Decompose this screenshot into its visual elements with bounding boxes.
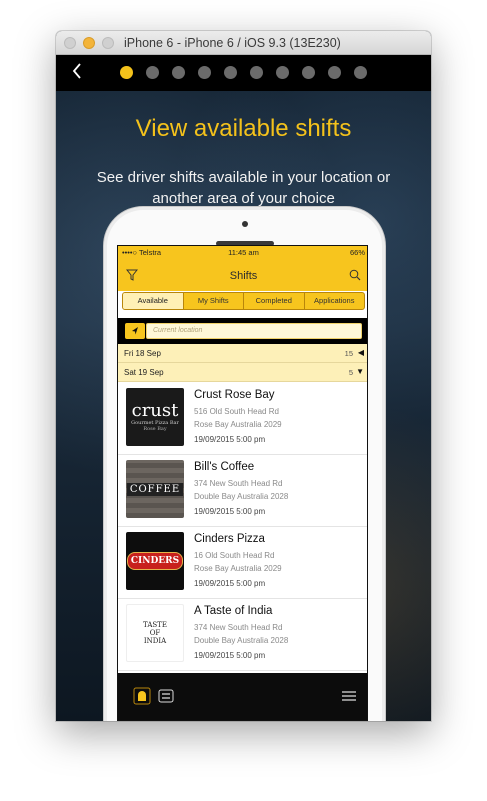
day-label: Fri 18 Sep: [124, 349, 161, 358]
shift-list: crust Gourmet Pizza Bar Rose Bay Crust R…: [118, 383, 367, 673]
shift-venue-name: A Taste of India: [194, 605, 273, 617]
shift-venue-name: Crust Rose Bay: [194, 389, 275, 401]
day-count: 15: [344, 349, 353, 358]
shift-venue-name: Cinders Pizza: [194, 533, 265, 545]
shift-suburb: Double Bay Australia 2028: [194, 492, 289, 501]
shift-item[interactable]: COFFEE Bill's Coffee 374 New South Head …: [118, 455, 367, 527]
page-indicator: [120, 66, 367, 79]
shift-tabs: Available My Shifts Completed Applicatio…: [122, 292, 365, 310]
bottom-bar: [118, 673, 367, 720]
page-dot[interactable]: [302, 66, 315, 79]
tab-my-shifts[interactable]: My Shifts: [182, 293, 244, 309]
hamburger-menu-icon[interactable]: [342, 691, 356, 701]
page-dot[interactable]: [198, 66, 211, 79]
status-time: 11:45 am: [228, 248, 259, 257]
zoom-window-button[interactable]: [102, 37, 114, 49]
minimize-window-button[interactable]: [83, 37, 95, 49]
tab-completed[interactable]: Completed: [243, 293, 304, 309]
simulator-window: iPhone 6 - iPhone 6 / iOS 9.3 (13E230) V…: [56, 31, 431, 721]
page-dot[interactable]: [250, 66, 263, 79]
shift-suburb: Double Bay Australia 2028: [194, 636, 289, 645]
tab-available[interactable]: Available: [123, 293, 183, 309]
page-dot[interactable]: [224, 66, 237, 79]
shift-suburb: Rose Bay Australia 2029: [194, 564, 282, 573]
shift-suburb: Rose Bay Australia 2029: [194, 420, 282, 429]
tab-applications[interactable]: Applications: [303, 293, 365, 309]
page-dot[interactable]: [328, 66, 341, 79]
page-dot[interactable]: [172, 66, 185, 79]
collapse-arrow-icon: ◀: [357, 348, 364, 357]
window-titlebar: iPhone 6 - iPhone 6 / iOS 9.3 (13E230): [56, 31, 431, 55]
onboarding-headline: View available shifts: [135, 115, 352, 142]
chef-hat-icon[interactable]: [133, 687, 151, 705]
coffee-logo: COFFEE: [126, 460, 184, 518]
sync-icon[interactable]: [158, 688, 174, 704]
shift-item[interactable]: CINDERS Cinders Pizza 16 Old South Head …: [118, 527, 367, 599]
page-dot[interactable]: [120, 66, 133, 79]
status-battery: 66%: [349, 248, 365, 257]
taste-of-india-logo: TASTE OF INDIA: [126, 604, 184, 662]
shift-datetime: 19/09/2015 5:00 pm: [194, 507, 266, 516]
day-count: 5: [348, 368, 353, 377]
location-arrow-icon[interactable]: [125, 323, 145, 339]
search-icon[interactable]: [349, 269, 361, 281]
nav-title: Shifts: [229, 270, 258, 282]
location-bar: Current location: [118, 318, 367, 344]
shift-item[interactable]: crust Gourmet Pizza Bar Rose Bay Crust R…: [118, 383, 367, 455]
shift-item[interactable]: TASTE OF INDIA A Taste of India 374 New …: [118, 599, 367, 671]
shift-address: 16 Old South Head Rd: [194, 551, 275, 560]
shift-venue-name: Bill's Coffee: [194, 461, 255, 473]
shift-address: 374 New South Head Rd: [194, 623, 283, 632]
day-row-fri[interactable]: Fri 18 Sep 15 ◀: [118, 344, 367, 363]
page-dot[interactable]: [354, 66, 367, 79]
phone-camera: [242, 221, 248, 227]
day-label: Sat 19 Sep: [124, 368, 164, 377]
app-nav-bar: Shifts: [118, 259, 367, 291]
page-dot[interactable]: [146, 66, 159, 79]
day-row-sat[interactable]: Sat 19 Sep 5 ▼: [118, 363, 367, 382]
ios-status-bar: ••••○ Telstra 11:45 am 66%: [118, 246, 367, 259]
expand-arrow-icon: ▼: [356, 367, 364, 376]
app-screen: ••••○ Telstra 11:45 am 66% Shifts Availa…: [117, 245, 368, 721]
window-title: iPhone 6 - iPhone 6 / iOS 9.3 (13E230): [124, 36, 341, 50]
onboarding-top-bar: [56, 55, 431, 91]
location-input[interactable]: Current location: [146, 323, 362, 339]
chevron-left-icon[interactable]: [72, 63, 82, 82]
shift-address: 516 Old South Head Rd: [194, 407, 279, 416]
shift-datetime: 19/09/2015 5:00 pm: [194, 435, 266, 444]
shift-address: 374 New South Head Rd: [194, 479, 283, 488]
close-window-button[interactable]: [64, 37, 76, 49]
cinders-logo: CINDERS: [126, 532, 184, 590]
shift-datetime: 19/09/2015 5:00 pm: [194, 579, 266, 588]
shift-datetime: 19/09/2015 5:00 pm: [194, 651, 266, 660]
crust-logo: crust Gourmet Pizza Bar Rose Bay: [126, 388, 184, 446]
onboarding-subtext: See driver shifts available in your loca…: [96, 169, 391, 207]
page-dot[interactable]: [276, 66, 289, 79]
